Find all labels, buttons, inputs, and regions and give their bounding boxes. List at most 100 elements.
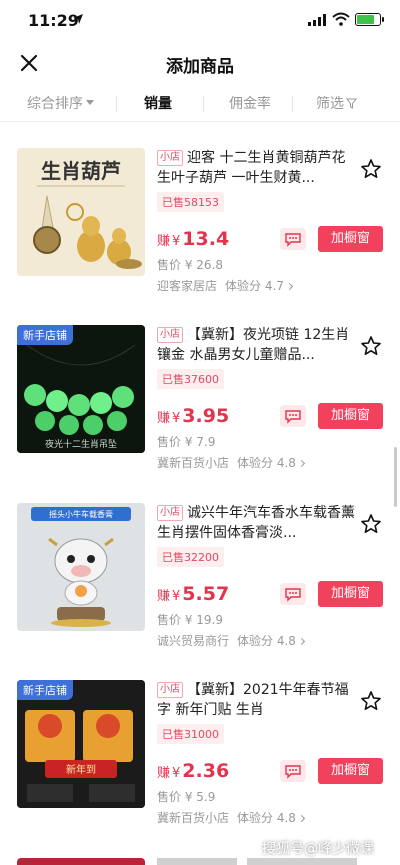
product-image[interactable]: 夜光十二生肖吊坠 新手店铺 [17,325,145,453]
product-title-text: 诚兴牛年汽车香水车载香薰生肖摆件固体香膏淡... [157,505,355,541]
add-to-showcase-button[interactable]: 加橱窗 [318,403,383,429]
chat-icon[interactable] [280,405,306,427]
score-label: 体验分 [225,279,262,293]
product-card[interactable]: 新年到 新手店铺 小店 【冀新】2021牛年春节福字 新年门贴 生肖 已售3100… [0,680,400,858]
product-title[interactable]: 小店 迎客 十二生肖黄铜葫芦花生叶子葫芦 一叶生财黄... [157,148,357,188]
shop-tag: 小店 [157,150,183,166]
chevron-down-icon [86,100,94,105]
product-title[interactable]: 小店 【冀新】2021牛年春节福字 新年门贴 生肖 [157,680,357,720]
new-shop-badge: 新手店铺 [17,680,73,700]
image-caption: 新年到 [66,763,96,776]
ox-air-freshener-image: 摇头小牛车载香膏 [17,503,145,631]
shop-info[interactable]: 诚兴贸易商行 体验分 4.8 [157,632,305,649]
filter-icon [346,98,357,109]
earn-value: 5.57 [182,583,230,605]
price-label: 售价 [157,613,182,627]
chat-icon[interactable] [280,583,306,605]
star-icon[interactable] [360,335,382,357]
location-arrow-icon [73,14,83,24]
score-value: 4.8 [276,456,296,470]
product-card[interactable]: 生肖葫芦 小店 迎客 十二生肖黄铜葫芦花生叶子葫芦 一叶生财黄... 已售5815… [0,148,400,326]
star-icon[interactable] [360,690,382,712]
sold-count: 已售32200 [157,547,224,567]
chevron-right-icon [285,282,293,291]
star-icon[interactable] [360,158,382,180]
earn-value: 2.36 [182,760,230,782]
earn-value: 13.4 [182,228,230,250]
price-value: ¥ 26.8 [184,258,224,272]
product-card[interactable]: 夜光十二生肖吊坠 新手店铺 小店 【冀新】夜光项链 12生肖镶金 水晶男女儿童赠品… [0,325,400,503]
product-image[interactable]: 生肖葫芦 [17,148,145,276]
sold-count: 已售37600 [157,369,224,389]
sold-count: 已售31000 [157,724,224,744]
add-to-showcase-button[interactable]: 加橱窗 [318,226,383,252]
score-label: 体验分 [237,811,274,825]
wifi-icon [332,12,350,26]
add-to-showcase-button[interactable]: 加橱窗 [318,758,383,784]
image-caption: 摇头小牛车载香膏 [49,509,113,519]
shop-info[interactable]: 迎客家居店 体验分 4.7 [157,277,293,294]
signal-icon [308,14,326,26]
product-info: 小店 【冀新】夜光项链 12生肖镶金 水晶男女儿童赠品... 已售37600 [157,325,357,389]
divider [203,96,204,112]
product-info: 小店 【冀新】2021牛年春节福字 新年门贴 生肖 已售31000 [157,680,357,744]
gourd-product-image: 生肖葫芦 [17,148,145,276]
watermark: 搜狐号@峰少微课 [262,841,374,857]
earn-value: 3.95 [182,405,230,427]
shop-info[interactable]: 冀新百货小店 体验分 4.8 [157,809,305,826]
product-image[interactable]: 新年到 新手店铺 [17,680,145,808]
image-caption: 生肖葫芦 [41,159,121,183]
sort-comprehensive[interactable]: 综合排序 [27,93,94,113]
chat-icon[interactable] [280,760,306,782]
shop-info[interactable]: 冀新百货小店 体验分 4.8 [157,454,305,471]
chevron-right-icon [297,637,305,646]
header: 添加商品 [0,44,400,84]
price-value: ¥ 19.9 [184,613,224,627]
price-value: ¥ 5.9 [184,790,216,804]
price-value: ¥ 7.9 [184,435,216,449]
earn-label: 赚 [157,234,171,249]
earn-currency: ¥ [172,234,181,249]
commission-earn: 赚 ¥3.95 [157,405,229,427]
sold-count: 已售58153 [157,192,224,212]
product-title-text: 【冀新】夜光项链 12生肖镶金 水晶男女儿童赠品... [157,327,350,363]
commission-earn: 赚 ¥5.57 [157,583,229,605]
image-caption: 夜光十二生肖吊坠 [45,438,117,450]
sort-filter-label: 筛选 [316,96,344,112]
earn-currency: ¥ [172,411,181,426]
battery-icon [355,13,384,26]
sort-filter[interactable]: 筛选 [316,93,357,113]
product-card[interactable]: 摇头小牛车载香膏 小店 诚兴牛年汽车香水车载香薰生肖摆件固体香膏淡... 已售32… [0,503,400,681]
earn-label: 赚 [157,589,171,604]
scrollbar[interactable] [394,447,397,507]
sort-bar: 综合排序 销量 佣金率 筛选 [0,86,400,122]
sort-sales[interactable]: 销量 [144,93,172,113]
score-label: 体验分 [237,456,274,470]
product-title-text: 【冀新】2021牛年春节福字 新年门贴 生肖 [157,682,349,718]
divider [116,96,117,112]
product-info: 小店 诚兴牛年汽车香水车载香薰生肖摆件固体香膏淡... 已售32200 [157,503,357,567]
score-label: 体验分 [237,634,274,648]
price-label: 售价 [157,435,182,449]
star-icon[interactable] [360,513,382,535]
product-title[interactable]: 小店 诚兴牛年汽车香水车载香薰生肖摆件固体香膏淡... [157,503,357,543]
price-label: 售价 [157,790,182,804]
price: 售价 ¥ 5.9 [157,788,215,805]
product-title[interactable]: 小店 【冀新】夜光项链 12生肖镶金 水晶男女儿童赠品... [157,325,357,365]
next-product-image-peek [17,858,145,865]
price: 售价 ¥ 7.9 [157,433,215,450]
product-title-text: 迎客 十二生肖黄铜葫芦花生叶子葫芦 一叶生财黄... [157,150,346,186]
score-value: 4.7 [264,279,284,293]
price: 售价 ¥ 19.9 [157,611,223,628]
product-image[interactable]: 摇头小牛车载香膏 [17,503,145,631]
status-bar: 11:29 [0,0,400,44]
sort-commission[interactable]: 佣金率 [229,93,271,113]
chat-icon[interactable] [280,228,306,250]
divider [292,96,293,112]
product-info: 小店 迎客 十二生肖黄铜葫芦花生叶子葫芦 一叶生财黄... 已售58153 [157,148,357,212]
score-value: 4.8 [276,811,296,825]
shop-tag: 小店 [157,505,183,521]
shop-name: 冀新百货小店 [157,456,230,470]
earn-currency: ¥ [172,589,181,604]
add-to-showcase-button[interactable]: 加橱窗 [318,581,383,607]
